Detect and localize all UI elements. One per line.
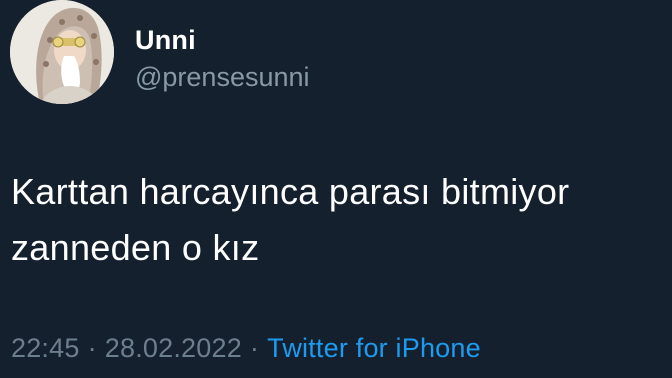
- avatar-image: [10, 0, 114, 104]
- tweet-time[interactable]: 22:45: [11, 333, 80, 363]
- tweet-card: Unni @prensesunni Karttan harcayınca par…: [0, 0, 672, 378]
- tweet-text: Karttan harcayınca parası bitmiyor zanne…: [11, 164, 672, 276]
- user-handle[interactable]: @prensesunni: [135, 61, 310, 93]
- tweet-source-link[interactable]: Twitter for iPhone: [267, 333, 481, 363]
- meta-separator: ·: [249, 333, 260, 363]
- tweet-date[interactable]: 28.02.2022: [105, 333, 242, 363]
- avatar[interactable]: [10, 0, 114, 104]
- tweet-meta: 22:45 · 28.02.2022 · Twitter for iPhone: [11, 330, 481, 366]
- display-name[interactable]: Unni: [135, 24, 196, 56]
- meta-separator: ·: [87, 333, 97, 363]
- tweet-text-line: zanneden o kız: [11, 227, 260, 268]
- tweet-text-line: Karttan harcayınca parası bitmiyor: [11, 171, 570, 212]
